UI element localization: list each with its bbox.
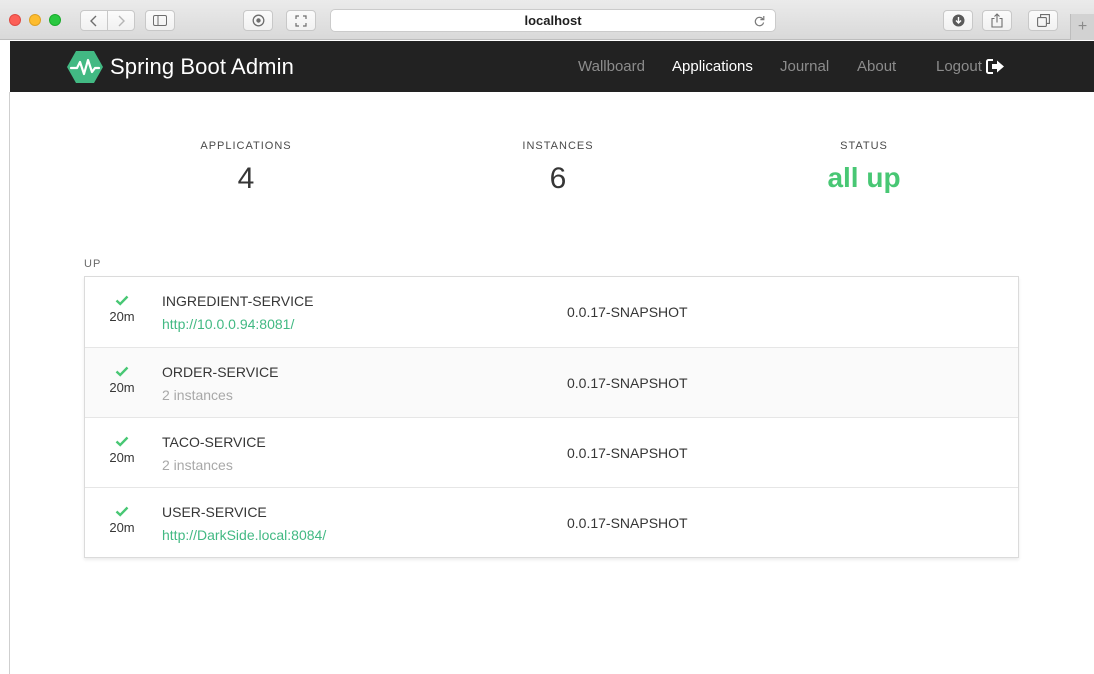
applications-stat-value: 4: [237, 162, 255, 195]
application-version: 0.0.17-SNAPSHOT: [567, 375, 688, 391]
fullscreen-icon: [295, 14, 307, 27]
privacy-report-button[interactable]: [243, 10, 273, 31]
check-icon: [115, 506, 129, 517]
plus-icon: +: [1077, 18, 1088, 35]
application-uptime: 20m: [109, 309, 135, 324]
status-stat: STATUS all up: [754, 140, 974, 194]
close-window-button[interactable]: [9, 14, 21, 26]
share-button[interactable]: [982, 10, 1012, 31]
application-url-link[interactable]: http://10.0.0.94:8081/: [162, 316, 294, 332]
nav-link-journal[interactable]: Journal: [780, 58, 829, 75]
nav-link-about[interactable]: About: [857, 58, 896, 75]
shield-icon: [252, 14, 264, 27]
instances-stat-value: 6: [549, 162, 567, 195]
application-name: INGREDIENT-SERVICE: [162, 293, 314, 309]
status-stat-label: STATUS: [840, 140, 888, 152]
history-nav-group: [80, 10, 135, 31]
logout-button[interactable]: Logout: [936, 58, 1005, 75]
application-version: 0.0.17-SNAPSHOT: [567, 445, 688, 461]
application-row[interactable]: 20m INGREDIENT-SERVICE http://10.0.0.94:…: [85, 277, 1018, 347]
application-status: 20m: [105, 295, 139, 324]
address-bar[interactable]: localhost: [330, 9, 776, 32]
application-url-link[interactable]: http://DarkSide.local:8084/: [162, 527, 326, 543]
nav-links: Wallboard Applications Journal About Log…: [10, 41, 1094, 92]
back-button[interactable]: [81, 11, 107, 30]
application-uptime: 20m: [109, 520, 135, 535]
sidebar-toggle-button[interactable]: [145, 10, 175, 31]
chevron-left-icon: [90, 15, 97, 26]
reload-icon: [754, 16, 765, 27]
app-navbar: Spring Boot Admin Wallboard Applications…: [10, 41, 1094, 92]
application-uptime: 20m: [109, 380, 135, 395]
application-row[interactable]: 20m TACO-SERVICE 2 instances 0.0.17-SNAP…: [85, 417, 1018, 487]
download-icon: [952, 14, 964, 27]
chevron-right-icon: [118, 15, 125, 26]
minimize-window-button[interactable]: [29, 14, 41, 26]
address-bar-url: localhost: [524, 13, 582, 28]
applications-stat-label: APPLICATIONS: [200, 140, 292, 152]
application-name: ORDER-SERVICE: [162, 364, 279, 380]
application-name: USER-SERVICE: [162, 504, 267, 520]
application-instance-count: 2 instances: [162, 457, 233, 473]
browser-toolbar: localhost +: [0, 0, 1094, 40]
zoom-window-button[interactable]: [49, 14, 61, 26]
check-icon: [115, 295, 129, 306]
application-list: 20m INGREDIENT-SERVICE http://10.0.0.94:…: [84, 276, 1019, 558]
tab-overview-button[interactable]: [1028, 10, 1058, 31]
application-status: 20m: [105, 506, 139, 535]
application-row[interactable]: 20m USER-SERVICE http://DarkSide.local:8…: [85, 487, 1018, 557]
application-uptime: 20m: [109, 450, 135, 465]
logout-label: Logout: [936, 58, 982, 75]
application-instance-count: 2 instances: [162, 387, 233, 403]
applications-stat: APPLICATIONS 4: [136, 140, 356, 196]
new-tab-button[interactable]: +: [1070, 14, 1094, 40]
check-icon: [115, 436, 129, 447]
share-icon: [991, 13, 1003, 28]
application-version: 0.0.17-SNAPSHOT: [567, 304, 688, 320]
nav-link-wallboard[interactable]: Wallboard: [578, 58, 645, 75]
nav-link-applications[interactable]: Applications: [672, 58, 753, 75]
window-left-edge: [9, 92, 10, 674]
application-name: TACO-SERVICE: [162, 434, 266, 450]
instances-stat: INSTANCES 6: [448, 140, 668, 196]
application-version: 0.0.17-SNAPSHOT: [567, 515, 688, 531]
application-status: 20m: [105, 366, 139, 395]
reload-button[interactable]: [754, 10, 765, 33]
reader-fullscreen-button[interactable]: [286, 10, 316, 31]
instances-stat-label: INSTANCES: [522, 140, 594, 152]
downloads-button[interactable]: [943, 10, 973, 31]
sidebar-icon: [153, 15, 167, 26]
status-stat-value: all up: [827, 162, 901, 193]
status-group-label: UP: [84, 258, 102, 270]
application-status: 20m: [105, 436, 139, 465]
sign-out-icon: [985, 59, 1004, 74]
forward-button[interactable]: [107, 11, 134, 30]
tabs-overview-icon: [1036, 14, 1050, 27]
check-icon: [115, 366, 129, 377]
application-row[interactable]: 20m ORDER-SERVICE 2 instances 0.0.17-SNA…: [85, 347, 1018, 417]
